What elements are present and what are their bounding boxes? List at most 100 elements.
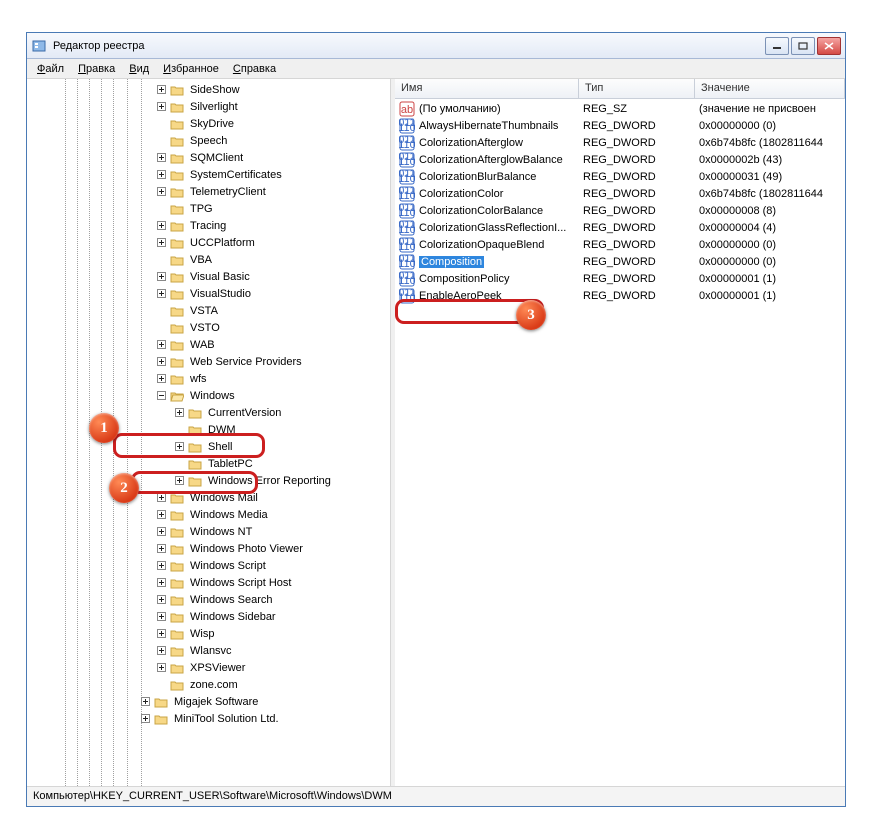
- menu-справка[interactable]: Справка: [227, 61, 282, 77]
- expand-toggle-icon[interactable]: [155, 628, 167, 640]
- expand-toggle-icon[interactable]: [155, 662, 167, 674]
- value-row[interactable]: AlwaysHibernateThumbnailsREG_DWORD0x0000…: [395, 117, 845, 134]
- expand-toggle-icon[interactable]: [155, 577, 167, 589]
- tree-item[interactable]: Windows Media: [27, 506, 390, 523]
- list-body[interactable]: (По умолчанию)REG_SZ(значение не присвое…: [395, 99, 845, 786]
- tree-item[interactable]: MiniTool Solution Ltd.: [27, 710, 390, 727]
- tree-item[interactable]: Windows Mail: [27, 489, 390, 506]
- tree-item[interactable]: Windows NT: [27, 523, 390, 540]
- value-data: 0x00000000 (0): [699, 239, 845, 251]
- tree-item[interactable]: Wlansvc: [27, 642, 390, 659]
- value-row[interactable]: EnableAeroPeekREG_DWORD0x00000001 (1): [395, 287, 845, 304]
- expand-toggle-icon[interactable]: [155, 509, 167, 521]
- list-header[interactable]: Имя Тип Значение: [395, 79, 845, 99]
- tree-item[interactable]: zone.com: [27, 676, 390, 693]
- folder-icon: [169, 304, 185, 318]
- expand-toggle-icon[interactable]: [155, 611, 167, 623]
- expand-toggle-icon[interactable]: [155, 152, 167, 164]
- tree-item[interactable]: WAB: [27, 336, 390, 353]
- tree-item[interactable]: DWM: [27, 421, 390, 438]
- tree-item[interactable]: Web Service Providers: [27, 353, 390, 370]
- expand-toggle-icon[interactable]: [139, 713, 151, 725]
- expand-toggle-icon[interactable]: [155, 101, 167, 113]
- tree-item[interactable]: SQMClient: [27, 149, 390, 166]
- expand-toggle-icon[interactable]: [155, 84, 167, 96]
- tree-item[interactable]: Windows: [27, 387, 390, 404]
- expand-toggle-icon[interactable]: [155, 526, 167, 538]
- expand-toggle-icon[interactable]: [155, 645, 167, 657]
- column-value[interactable]: Значение: [695, 79, 845, 98]
- value-row[interactable]: ColorizationOpaqueBlendREG_DWORD0x000000…: [395, 236, 845, 253]
- tree-item[interactable]: UCCPlatform: [27, 234, 390, 251]
- menu-избранное[interactable]: Избранное: [157, 61, 225, 77]
- tree-item[interactable]: Windows Sidebar: [27, 608, 390, 625]
- minimize-button[interactable]: [765, 37, 789, 55]
- expand-toggle-icon[interactable]: [155, 390, 167, 402]
- expand-toggle-icon[interactable]: [155, 237, 167, 249]
- expand-toggle-icon[interactable]: [155, 220, 167, 232]
- tree-item[interactable]: VisualStudio: [27, 285, 390, 302]
- tree-item[interactable]: SideShow: [27, 81, 390, 98]
- value-row[interactable]: ColorizationBlurBalanceREG_DWORD0x000000…: [395, 168, 845, 185]
- expand-toggle-icon[interactable]: [155, 288, 167, 300]
- expand-toggle-icon[interactable]: [155, 356, 167, 368]
- expand-toggle-icon[interactable]: [155, 594, 167, 606]
- tree-item[interactable]: Silverlight: [27, 98, 390, 115]
- tree-item[interactable]: Migajek Software: [27, 693, 390, 710]
- value-row[interactable]: CompositionREG_DWORD0x00000000 (0): [395, 253, 845, 270]
- expand-toggle-icon[interactable]: [139, 696, 151, 708]
- tree-item[interactable]: VBA: [27, 251, 390, 268]
- value-name: ColorizationGlassReflectionI...: [419, 222, 583, 234]
- column-type[interactable]: Тип: [579, 79, 695, 98]
- tree-item[interactable]: wfs: [27, 370, 390, 387]
- tree-item[interactable]: Speech: [27, 132, 390, 149]
- expand-toggle-icon[interactable]: [155, 169, 167, 181]
- expand-toggle-icon[interactable]: [173, 407, 185, 419]
- expand-toggle-icon[interactable]: [155, 560, 167, 572]
- menu-вид[interactable]: Вид: [123, 61, 155, 77]
- tree-item[interactable]: TabletPC: [27, 455, 390, 472]
- value-row[interactable]: (По умолчанию)REG_SZ(значение не присвое…: [395, 100, 845, 117]
- expand-toggle-icon[interactable]: [155, 339, 167, 351]
- tree-item-label: SystemCertificates: [188, 168, 284, 182]
- tree-item[interactable]: SkyDrive: [27, 115, 390, 132]
- expand-toggle-icon[interactable]: [155, 492, 167, 504]
- tree-item[interactable]: XPSViewer: [27, 659, 390, 676]
- tree-item[interactable]: VSTA: [27, 302, 390, 319]
- tree-item[interactable]: Windows Photo Viewer: [27, 540, 390, 557]
- expand-toggle-icon[interactable]: [155, 271, 167, 283]
- expand-toggle-icon[interactable]: [173, 475, 185, 487]
- tree-item[interactable]: TelemetryClient: [27, 183, 390, 200]
- value-row[interactable]: ColorizationAfterglowBalanceREG_DWORD0x0…: [395, 151, 845, 168]
- tree-item[interactable]: Windows Error Reporting: [27, 472, 390, 489]
- tree-item[interactable]: Wisp: [27, 625, 390, 642]
- value-row[interactable]: ColorizationColorBalanceREG_DWORD0x00000…: [395, 202, 845, 219]
- tree-item[interactable]: TPG: [27, 200, 390, 217]
- menu-файл[interactable]: Файл: [31, 61, 70, 77]
- tree-item-label: Windows Media: [188, 508, 270, 522]
- value-row[interactable]: ColorizationColorREG_DWORD0x6b74b8fc (18…: [395, 185, 845, 202]
- expand-toggle-icon[interactable]: [155, 543, 167, 555]
- tree-item[interactable]: SystemCertificates: [27, 166, 390, 183]
- expand-toggle-icon[interactable]: [155, 186, 167, 198]
- tree-item[interactable]: Windows Script Host: [27, 574, 390, 591]
- tree-item[interactable]: Windows Script: [27, 557, 390, 574]
- tree-item[interactable]: CurrentVersion: [27, 404, 390, 421]
- value-row[interactable]: ColorizationGlassReflectionI...REG_DWORD…: [395, 219, 845, 236]
- folder-icon: [153, 712, 169, 726]
- tree-pane[interactable]: SideShowSilverlightSkyDriveSpeechSQMClie…: [27, 79, 391, 786]
- tree-item[interactable]: Shell: [27, 438, 390, 455]
- tree-item[interactable]: Tracing: [27, 217, 390, 234]
- value-row[interactable]: CompositionPolicyREG_DWORD0x00000001 (1): [395, 270, 845, 287]
- tree-item-label: XPSViewer: [188, 661, 247, 675]
- column-name[interactable]: Имя: [395, 79, 579, 98]
- expand-toggle-icon[interactable]: [173, 441, 185, 453]
- tree-item[interactable]: Visual Basic: [27, 268, 390, 285]
- tree-item[interactable]: Windows Search: [27, 591, 390, 608]
- expand-toggle-icon[interactable]: [155, 373, 167, 385]
- tree-item[interactable]: VSTO: [27, 319, 390, 336]
- maximize-button[interactable]: [791, 37, 815, 55]
- close-button[interactable]: [817, 37, 841, 55]
- value-row[interactable]: ColorizationAfterglowREG_DWORD0x6b74b8fc…: [395, 134, 845, 151]
- menu-правка[interactable]: Правка: [72, 61, 121, 77]
